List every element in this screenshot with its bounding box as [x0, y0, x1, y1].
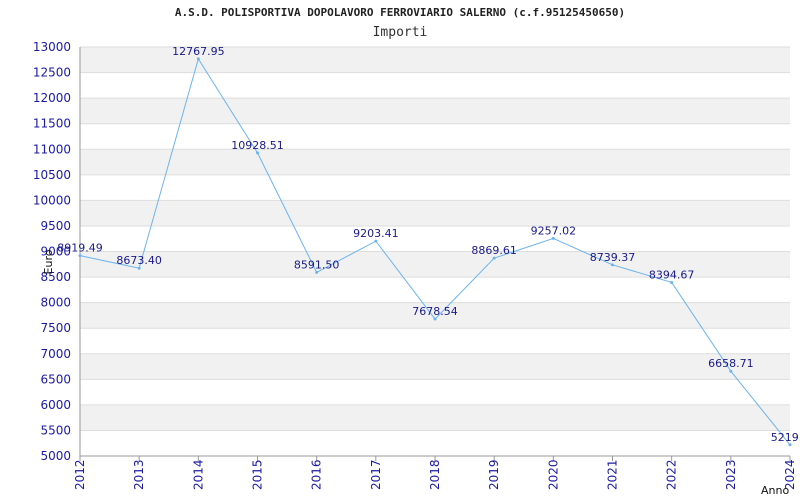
y-tick-label: 7000 [40, 347, 71, 361]
y-tick-label: 11500 [33, 117, 71, 131]
x-tick-label: 2022 [665, 459, 679, 490]
y-tick-label: 5000 [40, 449, 71, 463]
data-label: 5219.5 [771, 431, 800, 444]
data-label: 7678.54 [412, 305, 458, 318]
y-axis-label: Euro [42, 249, 55, 274]
grid-band [80, 149, 790, 175]
line-chart: 5000550060006500700075008000850090009500… [33, 40, 800, 497]
y-tick-label: 5500 [40, 423, 71, 437]
x-tick-label: 2016 [310, 459, 324, 490]
y-tick-label: 9500 [40, 219, 71, 233]
x-tick-label: 2018 [428, 459, 442, 490]
x-tick-label: 2019 [487, 459, 501, 490]
x-tick-label: 2015 [251, 459, 265, 490]
data-label: 8919.49 [57, 242, 103, 255]
data-label: 8591.50 [294, 258, 340, 271]
y-tick-label: 12500 [33, 66, 71, 80]
data-label: 12767.95 [172, 45, 225, 58]
y-tick-label: 6000 [40, 398, 71, 412]
data-label: 8673.40 [116, 254, 162, 267]
y-tick-label: 13000 [33, 40, 71, 54]
grid-band [80, 404, 790, 431]
grid-band [80, 353, 790, 380]
x-tick-label: 2021 [606, 459, 620, 490]
y-tick-label: 10000 [33, 193, 71, 207]
data-label: 8739.37 [590, 251, 636, 264]
data-label: 8869.61 [471, 244, 517, 257]
y-tick-label: 8000 [40, 296, 71, 310]
data-label: 9203.41 [353, 227, 399, 240]
x-tick-label: 2012 [73, 459, 87, 490]
data-label: 6658.71 [708, 357, 754, 370]
data-label: 9257.02 [531, 224, 577, 237]
y-tick-label: 12000 [33, 91, 71, 105]
y-tick-label: 11000 [33, 142, 71, 156]
data-label: 10928.51 [231, 139, 284, 152]
grid-bands [80, 47, 790, 431]
grid-band [80, 200, 790, 226]
y-tick-label: 10500 [33, 168, 71, 182]
x-tick-label: 2013 [132, 459, 146, 490]
x-tick-label: 2017 [369, 459, 383, 490]
y-tick-label: 7500 [40, 321, 71, 335]
x-axis-ticks: 2012 2013 2014 2015 2016 2017 2018 2019 2020 2021… [73, 456, 797, 490]
x-tick-label: 2014 [191, 459, 205, 490]
y-tick-label: 6500 [40, 372, 71, 386]
x-tick-label: 2023 [724, 459, 738, 490]
data-label: 8394.67 [649, 268, 695, 281]
x-axis-label: Anno [761, 484, 789, 497]
x-tick-label: 2020 [546, 459, 560, 490]
